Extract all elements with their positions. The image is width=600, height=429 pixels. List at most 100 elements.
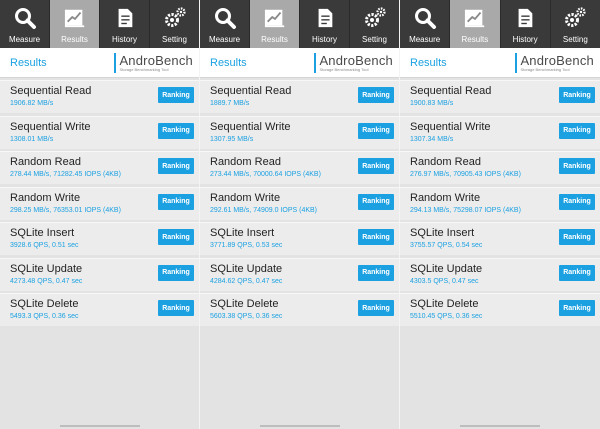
tab-label: Results	[261, 35, 288, 44]
chart-icon	[260, 3, 290, 33]
logo-bar	[114, 52, 117, 73]
test-value: 294.13 MB/s, 75298.07 IOPS (4KB)	[410, 206, 521, 214]
logo-bar	[314, 52, 317, 73]
result-row-sqlite-update: SQLite Update 4303.5 QPS, 0.47 sec Ranking	[400, 257, 600, 291]
result-row-random-read: Random Read 273.44 MB/s, 70000.64 IOPS (4…	[200, 151, 399, 184]
result-row-sequential-read: Sequential Read 1889.7 MB/s Ranking	[200, 80, 399, 113]
ranking-button[interactable]: Ranking	[358, 300, 394, 316]
test-name: Random Read	[10, 156, 81, 168]
result-row-sqlite-update: SQLite Update 4273.48 QPS, 0.47 sec Rankin…	[0, 257, 199, 291]
androbench-logo: AndroBench Storage Benchmarking Tool	[314, 52, 393, 73]
results-panel-3: Measure Results History Setting Results …	[400, 0, 600, 429]
test-name: SQLite Delete	[10, 298, 79, 310]
result-list: Sequential Read 1889.7 MB/s Ranking Sequen…	[200, 78, 399, 326]
test-value: 1307.95 MB/s	[210, 135, 254, 143]
result-row-sqlite-delete: SQLite Delete 5510.45 QPS, 0.36 sec Rankin…	[400, 293, 600, 326]
tab-label: Measure	[208, 35, 241, 44]
scroll-indicator[interactable]	[60, 425, 140, 427]
logo-bar	[515, 52, 518, 73]
ranking-button[interactable]: Ranking	[559, 122, 595, 139]
results-header: Results AndroBench Storage Benchmarking …	[200, 48, 399, 78]
test-name: Random Write	[410, 191, 481, 204]
test-value: 5603.38 QPS, 0.36 sec	[210, 313, 283, 320]
tab-label: History	[312, 35, 337, 44]
page-title: Results	[10, 56, 47, 69]
ranking-button[interactable]: Ranking	[358, 87, 394, 103]
tab-label: Setting	[162, 35, 187, 44]
result-row-sqlite-delete: SQLite Delete 5603.38 QPS, 0.36 sec Rankin…	[200, 293, 399, 326]
scroll-indicator[interactable]	[260, 425, 340, 427]
test-value: 1307.34 MB/s	[410, 135, 454, 143]
ranking-button[interactable]: Ranking	[158, 193, 194, 210]
result-row-sequential-write: Sequential Write 1308.01 MB/s Ranking	[0, 115, 199, 149]
tab-bar: Measure Results History Setting	[400, 0, 600, 48]
ranking-button[interactable]: Ranking	[559, 229, 595, 245]
tab-setting[interactable]: Setting	[150, 0, 199, 48]
test-value: 3755.57 QPS, 0.54 sec	[410, 242, 483, 249]
logo-subtitle: Storage Benchmarking Tool	[119, 66, 169, 72]
test-name: Sequential Write	[210, 120, 291, 133]
chart-icon	[460, 3, 490, 33]
tab-history[interactable]: History	[501, 0, 551, 48]
ranking-button[interactable]: Ranking	[559, 300, 595, 316]
ranking-button[interactable]: Ranking	[358, 229, 394, 245]
ranking-button[interactable]: Ranking	[559, 193, 595, 210]
tab-results[interactable]: Results	[450, 0, 501, 48]
test-value: 5493.3 QPS, 0.36 sec	[10, 313, 79, 320]
tab-results[interactable]: Results	[250, 0, 300, 48]
result-list: Sequential Read 1906.82 MB/s Ranking Seque…	[0, 78, 199, 326]
tab-setting[interactable]: Setting	[551, 0, 600, 48]
test-name: SQLite Delete	[210, 298, 279, 310]
ranking-button[interactable]: Ranking	[358, 264, 394, 281]
ranking-button[interactable]: Ranking	[559, 87, 595, 103]
result-row-random-read: Random Read 276.97 MB/s, 70905.43 IOPS (4…	[400, 151, 600, 184]
ranking-button[interactable]: Ranking	[358, 158, 394, 174]
tab-results[interactable]: Results	[50, 0, 100, 48]
results-header: Results AndroBench Storage Benchmarking …	[400, 48, 600, 78]
scroll-indicator[interactable]	[460, 425, 540, 427]
results-panel-2: Measure Results History Setting Results …	[200, 0, 400, 429]
test-name: SQLite Delete	[410, 298, 479, 310]
tab-history[interactable]: History	[100, 0, 150, 48]
result-row-sqlite-update: SQLite Update 4284.62 QPS, 0.47 sec Rankin…	[200, 257, 399, 291]
test-value: 1308.01 MB/s	[10, 135, 54, 143]
tab-history[interactable]: History	[300, 0, 350, 48]
ranking-button[interactable]: Ranking	[559, 158, 595, 174]
result-row-random-read: Random Read 278.44 MB/s, 71282.45 IOPS (4…	[0, 151, 199, 184]
tab-label: History	[512, 35, 538, 44]
results-header: Results AndroBench Storage Benchmarking …	[0, 48, 199, 78]
tab-bar: Measure Results History Setting	[200, 0, 399, 48]
test-value: 5510.45 QPS, 0.36 sec	[410, 313, 483, 320]
document-icon	[510, 3, 540, 33]
ranking-button[interactable]: Ranking	[358, 193, 394, 210]
gear-icon	[560, 3, 590, 33]
test-value: 278.44 MB/s, 71282.45 IOPS (4KB)	[10, 171, 121, 178]
tab-measure[interactable]: Measure	[400, 0, 451, 48]
screenshot-root: Measure Results History Setting Results …	[0, 0, 600, 429]
test-value: 1906.82 MB/s	[10, 100, 54, 107]
ranking-button[interactable]: Ranking	[158, 300, 194, 316]
gear-icon	[160, 3, 190, 33]
result-row-sqlite-insert: SQLite Insert 3928.6 QPS, 0.51 sec Ranking	[0, 222, 199, 255]
test-name: Random Read	[410, 156, 481, 168]
result-list: Sequential Read 1900.83 MB/s Ranking Seque…	[400, 78, 600, 326]
tab-label: Results	[61, 35, 88, 44]
tab-setting[interactable]: Setting	[350, 0, 399, 48]
logo-name: AndroBench	[319, 52, 393, 68]
ranking-button[interactable]: Ranking	[158, 87, 194, 103]
result-row-sqlite-insert: SQLite Insert 3755.57 QPS, 0.54 sec Rankin…	[400, 222, 600, 255]
test-name: Sequential Read	[410, 85, 492, 97]
document-icon	[110, 3, 140, 33]
ranking-button[interactable]: Ranking	[559, 264, 595, 281]
androbench-logo: AndroBench Storage Benchmarking Tool	[515, 52, 594, 73]
result-row-sequential-read: Sequential Read 1900.83 MB/s Ranking	[400, 80, 600, 113]
ranking-button[interactable]: Ranking	[158, 158, 194, 174]
tab-measure[interactable]: Measure	[0, 0, 50, 48]
ranking-button[interactable]: Ranking	[358, 122, 394, 139]
ranking-button[interactable]: Ranking	[158, 229, 194, 245]
ranking-button[interactable]: Ranking	[158, 122, 194, 139]
tab-measure[interactable]: Measure	[200, 0, 250, 48]
tab-bar: Measure Results History Setting	[0, 0, 199, 48]
logo-subtitle: Storage Benchmarking Tool	[520, 66, 570, 72]
ranking-button[interactable]: Ranking	[158, 264, 194, 281]
